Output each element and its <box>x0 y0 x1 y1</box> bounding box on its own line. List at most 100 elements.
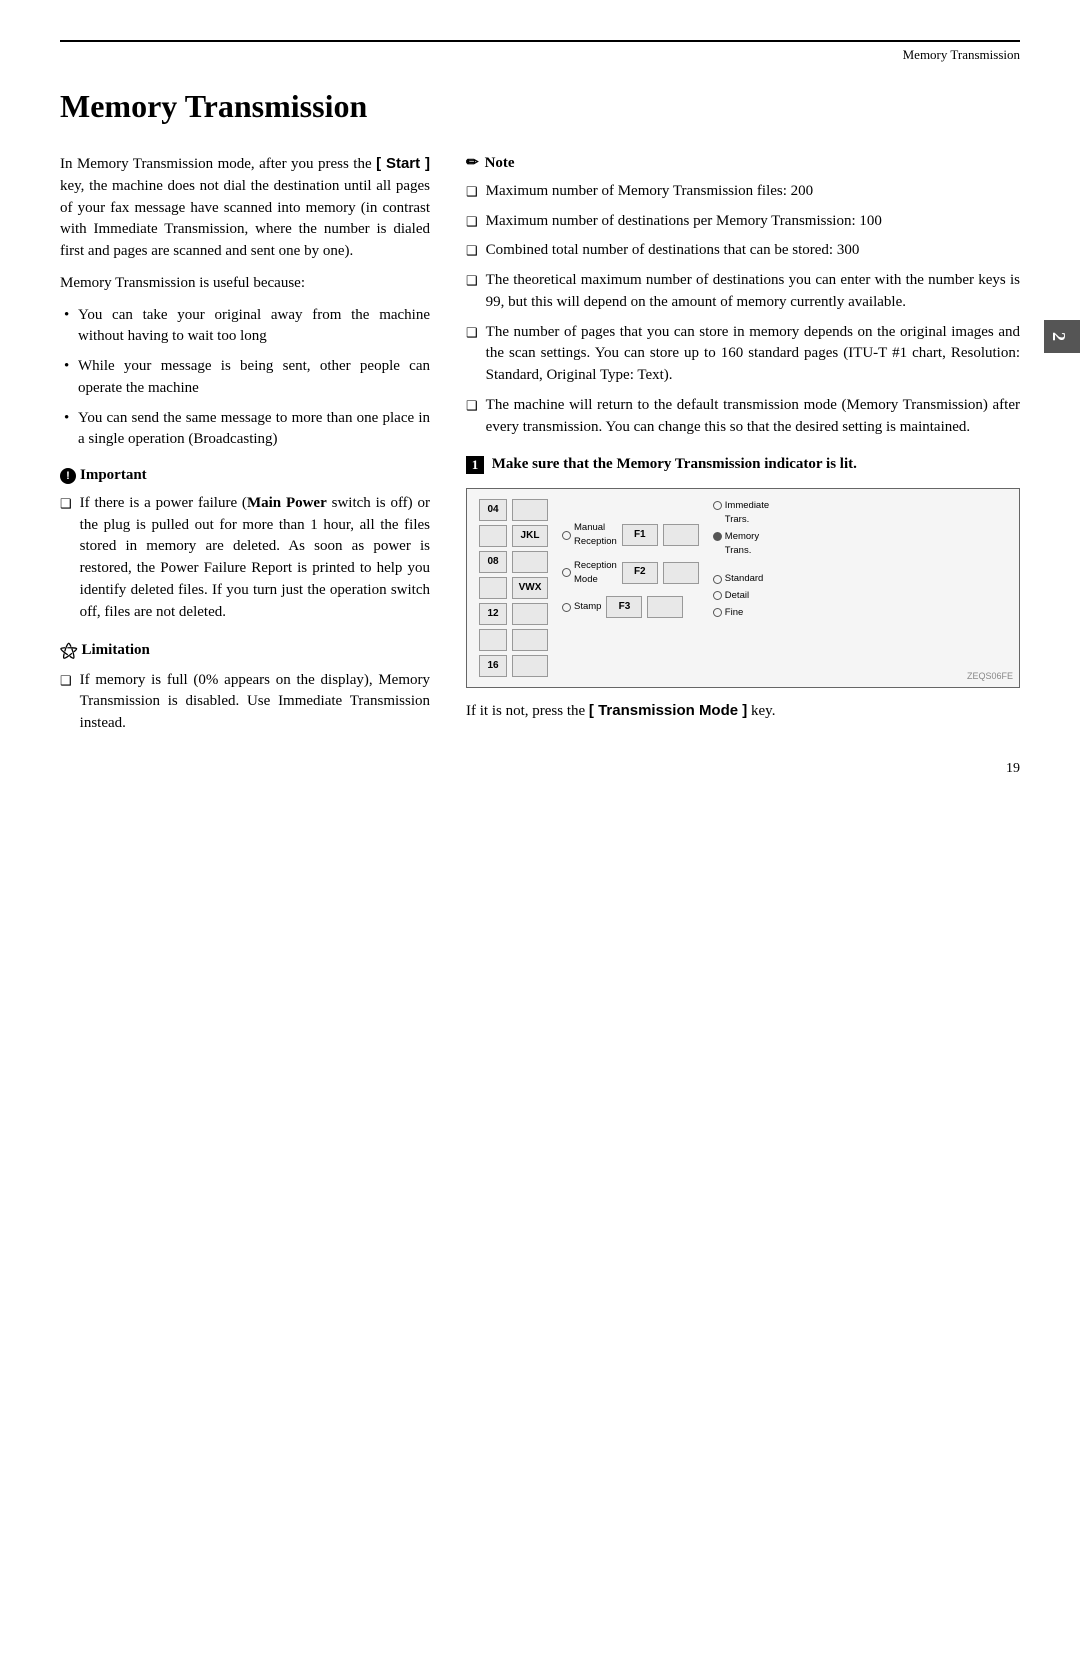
immediate-trans-group: ImmediateTrars. MemoryTrans. <box>713 499 769 557</box>
radio-immediate-trans <box>713 501 722 510</box>
header-bar: Memory Transmission <box>60 40 1020 73</box>
limitation-icon: ⚝ <box>60 637 78 663</box>
key-blank <box>512 629 548 651</box>
panel-key-row: 12 <box>479 603 548 625</box>
page-title: Memory Transmission <box>60 83 1020 129</box>
immediate-trans-label: ImmediateTrars. <box>725 499 769 527</box>
checkbox-symbol: ❑ <box>60 672 72 691</box>
key-blank-f3 <box>647 596 683 618</box>
fine-label: Fine <box>725 606 743 620</box>
key-04: 04 <box>479 499 507 521</box>
limitation-section: ⚝ Limitation ❑ If memory is full (0% app… <box>60 637 430 734</box>
list-item: You can take your original away from the… <box>60 305 430 349</box>
manual-reception-label: ManualReception <box>574 521 617 549</box>
left-column: In Memory Transmission mode, after you p… <box>60 153 430 749</box>
fine-radio-row: Fine <box>713 606 769 620</box>
pencil-icon: ✏ <box>466 153 479 175</box>
panel-row-f2: ReceptionMode F2 <box>562 559 699 587</box>
detail-radio-row: Detail <box>713 589 769 603</box>
note-item-4: ❑ The theoretical maximum number of dest… <box>466 270 1020 314</box>
follow-up-text: If it is not, press the [ Transmission M… <box>466 700 1020 723</box>
key-empty <box>479 629 507 651</box>
radio-standard <box>713 575 722 584</box>
content-area: In Memory Transmission mode, after you p… <box>60 153 1020 749</box>
radio-manual-reception <box>562 531 571 540</box>
panel-right: ImmediateTrars. MemoryTrans. Standard <box>713 499 769 619</box>
note-item-5: ❑ The number of pages that you can store… <box>466 322 1020 387</box>
key-blank <box>512 551 548 573</box>
chapter-tab: 2 <box>1044 320 1080 353</box>
panel-key-row <box>479 629 548 651</box>
key-16: 16 <box>479 655 507 677</box>
important-item: ❑ If there is a power failure (Main Powe… <box>60 493 430 624</box>
checkbox-symbol: ❑ <box>466 183 478 202</box>
step-number: 1 <box>466 456 484 474</box>
panel-middle: ManualReception F1 ReceptionMode F2 <box>562 499 699 618</box>
panel-key-row: JKL <box>479 525 548 547</box>
note-item-1: ❑ Maximum number of Memory Transmission … <box>466 181 1020 203</box>
detail-label: Detail <box>725 589 749 603</box>
immediate-trans-radio-row: ImmediateTrars. <box>713 499 769 527</box>
intro-paragraph-2: Memory Transmission is useful because: <box>60 273 430 295</box>
key-12: 12 <box>479 603 507 625</box>
key-vwx: VWX <box>512 577 548 599</box>
key-jkl: JKL <box>512 525 548 547</box>
limitation-header: ⚝ Limitation <box>60 637 430 663</box>
note-item-3: ❑ Combined total number of destinations … <box>466 240 1020 262</box>
checkbox-symbol: ❑ <box>466 324 478 343</box>
stamp-label: Stamp <box>574 600 601 614</box>
control-panel-diagram: 04 JKL 08 VWX <box>466 488 1020 688</box>
manual-reception-radio: ManualReception <box>562 521 617 549</box>
panel-key-row: VWX <box>479 577 548 599</box>
key-f1: F1 <box>622 524 658 546</box>
panel-key-row: 04 <box>479 499 548 521</box>
radio-reception-mode <box>562 568 571 577</box>
note-item-2: ❑ Maximum number of destinations per Mem… <box>466 211 1020 233</box>
memory-trans-label: MemoryTrans. <box>725 530 759 558</box>
right-column: ✏ Note ❑ Maximum number of Memory Transm… <box>466 153 1020 749</box>
checkbox-symbol: ❑ <box>466 397 478 416</box>
important-header: ! Important <box>60 465 430 487</box>
key-08: 08 <box>479 551 507 573</box>
list-item: You can send the same message to more th… <box>60 408 430 452</box>
header-title: Memory Transmission <box>903 47 1020 62</box>
step-1: 1 Make sure that the Memory Transmission… <box>466 454 1020 476</box>
key-f2: F2 <box>622 562 658 584</box>
stamp-radio: Stamp <box>562 600 601 614</box>
radio-fine <box>713 608 722 617</box>
key-f3: F3 <box>606 596 642 618</box>
checkbox-symbol: ❑ <box>466 272 478 291</box>
checkbox-symbol: ❑ <box>466 213 478 232</box>
checkbox-symbol: ❑ <box>60 495 72 514</box>
list-item: While your message is being sent, other … <box>60 356 430 400</box>
panel-key-row: 16 <box>479 655 548 677</box>
panel-image-ref: ZEQS06FE <box>967 670 1013 683</box>
panel-inner: 04 JKL 08 VWX <box>479 499 1007 677</box>
key-blank-f2 <box>663 562 699 584</box>
checkbox-symbol: ❑ <box>466 242 478 261</box>
key-jkl-num <box>479 525 507 547</box>
reception-mode-radio: ReceptionMode <box>562 559 617 587</box>
intro-paragraph-1: In Memory Transmission mode, after you p… <box>60 153 430 263</box>
note-section: ✏ Note ❑ Maximum number of Memory Transm… <box>466 153 1020 438</box>
reception-mode-label: ReceptionMode <box>574 559 617 587</box>
key-blank-f1 <box>663 524 699 546</box>
panel-left-keys: 04 JKL 08 VWX <box>479 499 548 677</box>
note-item-6: ❑ The machine will return to the default… <box>466 395 1020 439</box>
memory-trans-radio-row: MemoryTrans. <box>713 530 769 558</box>
standard-label: Standard <box>725 572 764 586</box>
bullet-list: You can take your original away from the… <box>60 305 430 452</box>
standard-radio-row: Standard <box>713 572 769 586</box>
key-blank <box>512 603 548 625</box>
radio-detail <box>713 591 722 600</box>
key-blank <box>512 655 548 677</box>
panel-key-row: 08 <box>479 551 548 573</box>
key-vwx-num <box>479 577 507 599</box>
panel-row-f3: Stamp F3 <box>562 596 699 618</box>
radio-stamp <box>562 603 571 612</box>
important-section: ! Important ❑ If there is a power failur… <box>60 465 430 623</box>
panel-row-f1: ManualReception F1 <box>562 521 699 549</box>
page-number: 19 <box>1006 759 1020 779</box>
resolution-group: Standard Detail Fine <box>713 572 769 619</box>
limitation-item: ❑ If memory is full (0% appears on the d… <box>60 670 430 735</box>
